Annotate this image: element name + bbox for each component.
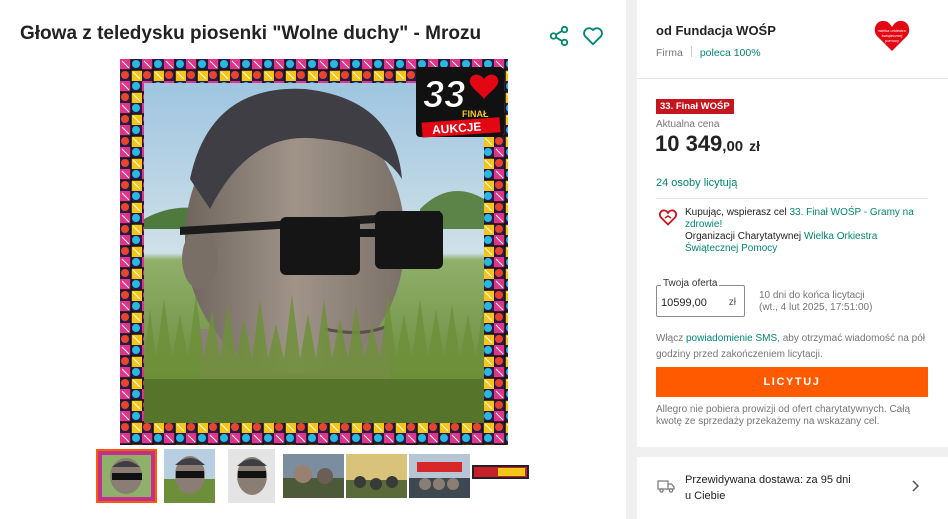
product-panel: Głowa z teledysku piosenki "Wolne duchy"…: [0, 0, 626, 519]
thumbnail-5[interactable]: [346, 454, 407, 498]
thumbnail-7[interactable]: [472, 465, 529, 479]
chevron-right-icon[interactable]: [910, 480, 920, 492]
finale-badge: 33 FINAŁ AUKCJE: [416, 67, 504, 138]
share-icon[interactable]: [548, 25, 570, 47]
divider: [690, 46, 692, 57]
seller-name[interactable]: od Fundacja WOŚP: [656, 23, 776, 38]
deadline-remaining: 10 dni do końca licytacji: [759, 290, 865, 301]
charity-heart-icon: [659, 209, 677, 226]
delivery-panel[interactable]: Przewidywana dostawa: za 95 dni u Ciebie: [637, 457, 948, 519]
thumbnail-3[interactable]: [228, 449, 275, 503]
svg-text:pomocy: pomocy: [885, 38, 899, 43]
divider: [656, 198, 928, 199]
price-currency: zł: [749, 138, 761, 154]
product-title: Głowa z teledysku piosenki "Wolne duchy"…: [20, 23, 482, 44]
offer-input[interactable]: Twoja oferta 10599,00 zł: [656, 278, 745, 317]
price-decimal: ,00: [722, 138, 744, 155]
purchase-panel: od Fundacja WOŚP Firma poleca 100% wielka…: [637, 0, 948, 447]
offer-currency: zł: [728, 297, 736, 308]
charity-prefix: Kupując, wspierasz cel: [685, 207, 790, 218]
wosp-heart-logo: wielka orkiestra świątecznej pomocy: [874, 20, 910, 51]
sms-notification-text: Włącz powiadomienie SMS, aby otrzymać wi…: [656, 331, 931, 363]
thumbnail-4[interactable]: [283, 454, 344, 498]
bidders-link[interactable]: 24 osoby licytują: [656, 177, 737, 189]
current-price: 10 349,00 zł: [655, 131, 760, 157]
main-product-image[interactable]: 33 FINAŁ AUKCJE: [120, 59, 508, 445]
delivery-estimate: Przewidywana dostawa: za 95 dni u Ciebie: [685, 472, 885, 504]
deadline-date: (wt., 4 lut 2025, 17:51:00): [759, 302, 873, 313]
delivery-line1: Przewidywana dostawa: za 95 dni: [685, 474, 851, 486]
auction-deadline: 10 dni do końca licytacji (wt., 4 lut 20…: [759, 290, 872, 314]
charity-info: Kupując, wspierasz cel 33. Finał WOŚP - …: [685, 207, 921, 255]
divider: [637, 78, 948, 79]
sms-notification-link[interactable]: powiadomienie SMS: [686, 333, 777, 344]
fee-note: Allegro nie pobiera prowizji od ofert ch…: [656, 404, 911, 427]
offer-value[interactable]: 10599,00: [661, 297, 707, 309]
delivery-line2: u Ciebie: [685, 490, 726, 502]
truck-icon: [657, 480, 675, 493]
seller-recommendation[interactable]: poleca 100%: [700, 47, 761, 59]
heart-icon[interactable]: [582, 25, 604, 47]
thumbnail-1[interactable]: [96, 449, 157, 503]
charity-org-prefix: Organizacji Charytatywnej: [685, 231, 804, 242]
final-badge: 33. Finał WOŚP: [656, 99, 734, 114]
seller-type: Firma: [656, 47, 683, 59]
thumbnail-6[interactable]: [409, 454, 470, 498]
badge-number: 33: [423, 74, 465, 116]
bid-button[interactable]: LICYTUJ: [656, 367, 928, 397]
sms-prefix: Włącz: [656, 333, 686, 344]
thumbnail-2[interactable]: [164, 449, 215, 503]
offer-label: Twoja oferta: [661, 278, 720, 289]
seller-meta: Firma poleca 100%: [656, 46, 761, 59]
badge-line1: FINAŁ: [462, 109, 489, 119]
price-integer: 10 349: [655, 131, 723, 156]
price-label: Aktualna cena: [656, 119, 720, 130]
